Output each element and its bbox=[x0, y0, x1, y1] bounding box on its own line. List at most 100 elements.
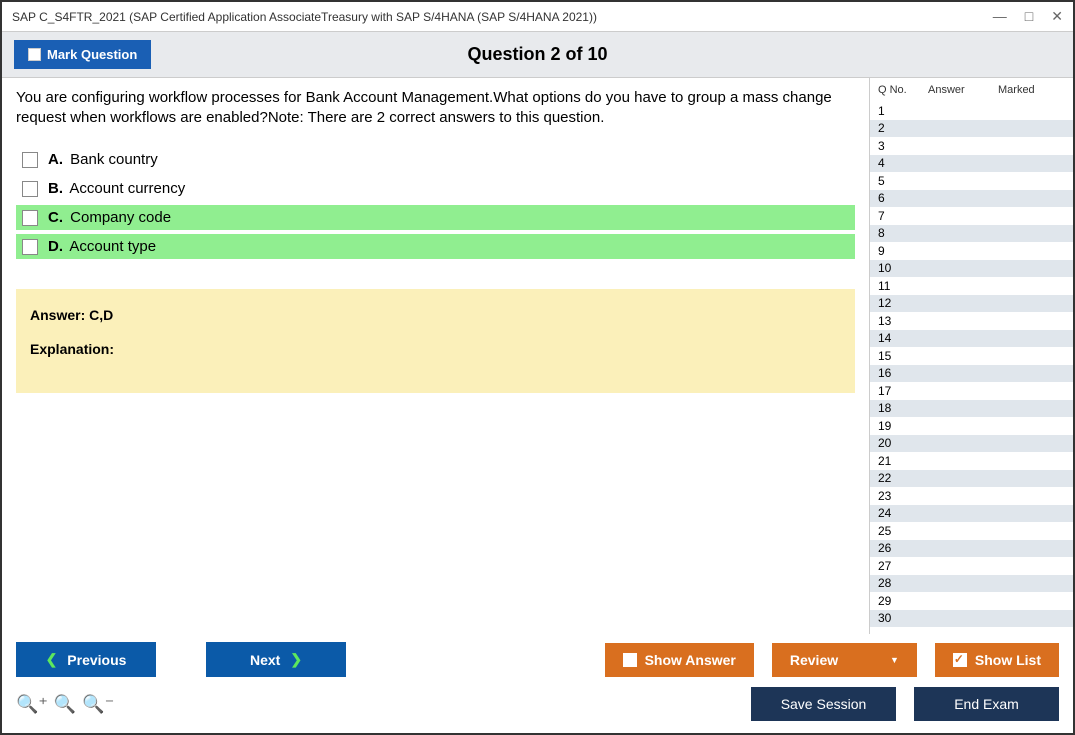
answer-line: Answer: C,D bbox=[30, 307, 841, 323]
row-qno: 17 bbox=[878, 384, 928, 398]
col-header-marked: Marked bbox=[998, 84, 1069, 96]
question-list-row[interactable]: 28 bbox=[870, 575, 1073, 593]
row-qno: 14 bbox=[878, 331, 928, 345]
answer-option[interactable]: B. Account currency bbox=[16, 176, 855, 201]
question-list-row[interactable]: 8 bbox=[870, 225, 1073, 243]
row-qno: 2 bbox=[878, 121, 928, 135]
chevron-left-icon: ❮ bbox=[46, 651, 58, 668]
row-qno: 24 bbox=[878, 506, 928, 520]
question-list-row[interactable]: 10 bbox=[870, 260, 1073, 278]
checkbox-icon[interactable] bbox=[22, 239, 38, 255]
row-qno: 5 bbox=[878, 174, 928, 188]
row-qno: 8 bbox=[878, 226, 928, 240]
row-qno: 21 bbox=[878, 454, 928, 468]
question-list-row[interactable]: 19 bbox=[870, 417, 1073, 435]
question-counter: Question 2 of 10 bbox=[467, 44, 607, 65]
zoom-out-icon[interactable]: 🔍⁻ bbox=[82, 694, 114, 715]
row-qno: 28 bbox=[878, 576, 928, 590]
row-qno: 4 bbox=[878, 156, 928, 170]
question-list-row[interactable]: 3 bbox=[870, 137, 1073, 155]
window-title: SAP C_S4FTR_2021 (SAP Certified Applicat… bbox=[12, 10, 993, 24]
previous-button[interactable]: ❮ Previous bbox=[16, 642, 156, 677]
save-session-button[interactable]: Save Session bbox=[751, 687, 896, 721]
close-icon[interactable]: ✕ bbox=[1051, 8, 1063, 25]
mark-question-button[interactable]: Mark Question bbox=[14, 40, 151, 69]
show-answer-button[interactable]: Show Answer bbox=[605, 643, 754, 677]
explanation-label: Explanation: bbox=[30, 341, 841, 357]
question-list-row[interactable]: 20 bbox=[870, 435, 1073, 453]
row-qno: 13 bbox=[878, 314, 928, 328]
question-list-row[interactable]: 4 bbox=[870, 155, 1073, 173]
chevron-right-icon: ❯ bbox=[290, 651, 302, 668]
minimize-icon[interactable]: — bbox=[993, 8, 1007, 25]
question-list-row[interactable]: 17 bbox=[870, 382, 1073, 400]
question-list-row[interactable]: 24 bbox=[870, 505, 1073, 523]
row-qno: 7 bbox=[878, 209, 928, 223]
option-text: Bank country bbox=[70, 151, 158, 168]
row-qno: 25 bbox=[878, 524, 928, 538]
row-qno: 3 bbox=[878, 139, 928, 153]
col-header-qno: Q No. bbox=[878, 84, 928, 96]
option-text: Account currency bbox=[69, 180, 185, 197]
option-text: Company code bbox=[70, 209, 171, 226]
show-list-label: Show List bbox=[975, 652, 1041, 668]
answer-option[interactable]: A. Bank country bbox=[16, 147, 855, 172]
question-list-row[interactable]: 11 bbox=[870, 277, 1073, 295]
checkbox-icon[interactable] bbox=[22, 152, 38, 168]
question-list-row[interactable]: 9 bbox=[870, 242, 1073, 260]
question-list-row[interactable]: 13 bbox=[870, 312, 1073, 330]
option-letter: C. bbox=[48, 209, 63, 226]
row-qno: 6 bbox=[878, 191, 928, 205]
row-qno: 20 bbox=[878, 436, 928, 450]
question-list-row[interactable]: 29 bbox=[870, 592, 1073, 610]
chevron-down-icon: ▼ bbox=[890, 655, 899, 665]
option-letter: B. bbox=[48, 180, 63, 197]
review-dropdown[interactable]: Review ▼ bbox=[772, 643, 917, 677]
question-list-row[interactable]: 14 bbox=[870, 330, 1073, 348]
checkbox-checked-icon bbox=[953, 653, 967, 667]
next-label: Next bbox=[250, 652, 280, 668]
row-qno: 11 bbox=[878, 279, 928, 293]
question-text: You are configuring workflow processes f… bbox=[16, 88, 855, 127]
row-qno: 26 bbox=[878, 541, 928, 555]
next-button[interactable]: Next ❯ bbox=[206, 642, 346, 677]
row-qno: 22 bbox=[878, 471, 928, 485]
show-list-button[interactable]: Show List bbox=[935, 643, 1059, 677]
answer-option[interactable]: C. Company code bbox=[16, 205, 855, 230]
option-letter: A. bbox=[48, 151, 63, 168]
row-qno: 23 bbox=[878, 489, 928, 503]
question-list-row[interactable]: 6 bbox=[870, 190, 1073, 208]
question-list-row[interactable]: 25 bbox=[870, 522, 1073, 540]
question-list-row[interactable]: 16 bbox=[870, 365, 1073, 383]
checkbox-icon[interactable] bbox=[22, 181, 38, 197]
question-list-row[interactable]: 5 bbox=[870, 172, 1073, 190]
question-list-row[interactable]: 2 bbox=[870, 120, 1073, 138]
question-list-row[interactable]: 30 bbox=[870, 610, 1073, 628]
checkbox-icon bbox=[623, 653, 637, 667]
maximize-icon[interactable]: □ bbox=[1025, 8, 1033, 25]
question-list-row[interactable]: 22 bbox=[870, 470, 1073, 488]
checkbox-icon[interactable] bbox=[22, 210, 38, 226]
row-qno: 27 bbox=[878, 559, 928, 573]
option-letter: D. bbox=[48, 238, 63, 255]
question-list-row[interactable]: 1 bbox=[870, 102, 1073, 120]
question-list-row[interactable]: 23 bbox=[870, 487, 1073, 505]
col-header-answer: Answer bbox=[928, 84, 998, 96]
question-list-row[interactable]: 26 bbox=[870, 540, 1073, 558]
question-list-row[interactable]: 18 bbox=[870, 400, 1073, 418]
question-list-row[interactable]: 27 bbox=[870, 557, 1073, 575]
zoom-reset-icon[interactable]: 🔍 bbox=[54, 694, 76, 715]
question-list-row[interactable]: 15 bbox=[870, 347, 1073, 365]
question-list-panel: Q No. Answer Marked 12345678910111213141… bbox=[869, 78, 1073, 634]
question-list-row[interactable]: 7 bbox=[870, 207, 1073, 225]
row-qno: 18 bbox=[878, 401, 928, 415]
row-qno: 19 bbox=[878, 419, 928, 433]
row-qno: 16 bbox=[878, 366, 928, 380]
answer-option[interactable]: D. Account type bbox=[16, 234, 855, 259]
row-qno: 10 bbox=[878, 261, 928, 275]
question-list-row[interactable]: 21 bbox=[870, 452, 1073, 470]
zoom-in-icon[interactable]: 🔍⁺ bbox=[16, 694, 48, 715]
end-exam-button[interactable]: End Exam bbox=[914, 687, 1059, 721]
row-qno: 9 bbox=[878, 244, 928, 258]
question-list-row[interactable]: 12 bbox=[870, 295, 1073, 313]
